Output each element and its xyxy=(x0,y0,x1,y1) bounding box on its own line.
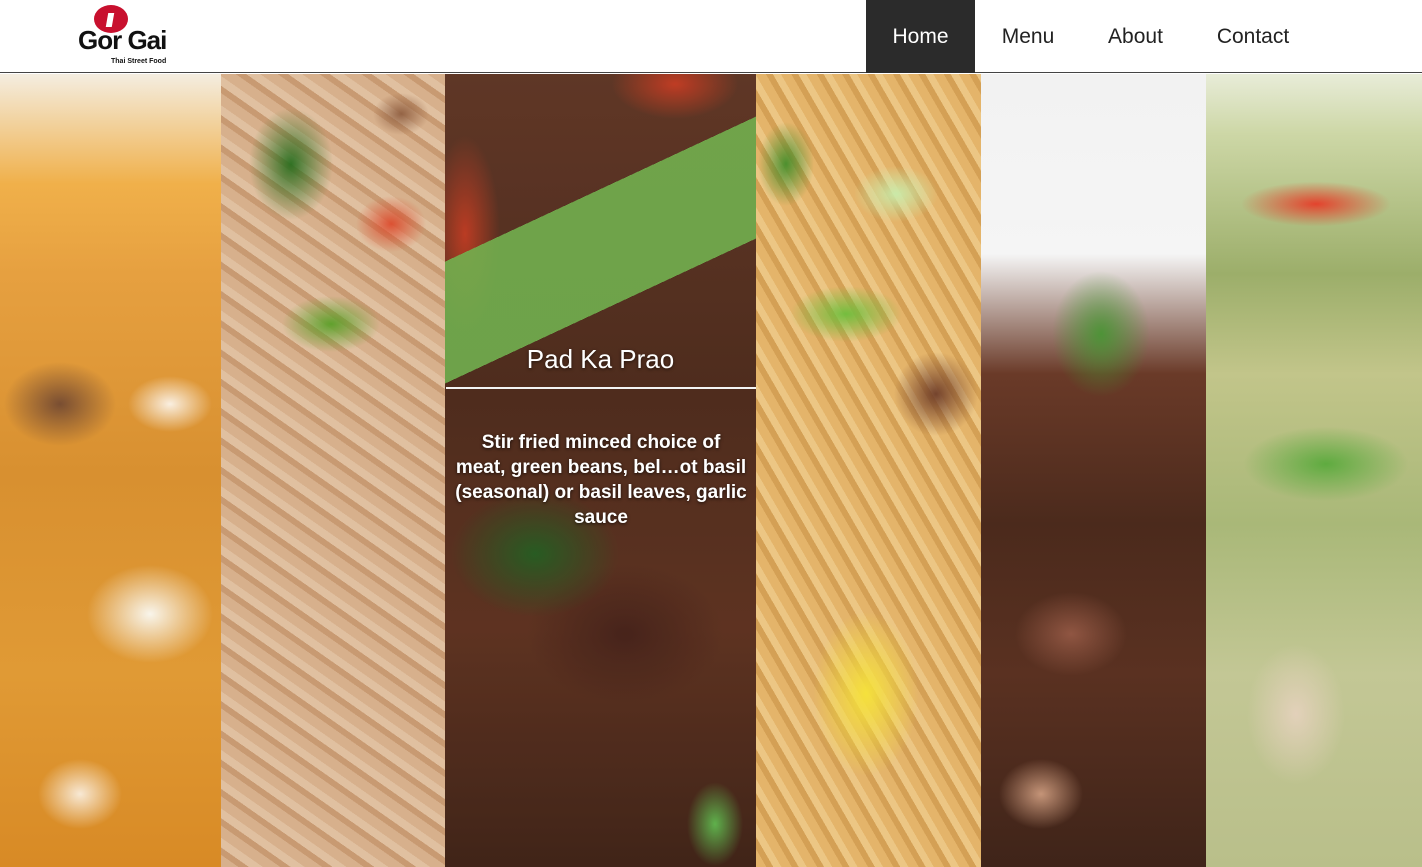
logo-tagline: Thai Street Food xyxy=(111,58,167,65)
logo-name: Gor Gai xyxy=(78,25,167,55)
nav-contact[interactable]: Contact xyxy=(1190,0,1316,73)
featured-divider xyxy=(446,387,756,389)
featured-item-name: Pad Ka Prao xyxy=(526,344,675,374)
curry-photo[interactable] xyxy=(0,74,221,867)
site-header: Gor Gai Thai Street Food Home Menu About… xyxy=(0,0,1422,73)
fried-rice-photo[interactable] xyxy=(221,74,445,867)
pineapple-fried-rice-photo[interactable] xyxy=(756,74,981,867)
nav-about[interactable]: About xyxy=(1081,0,1190,73)
nav-home[interactable]: Home xyxy=(866,0,975,73)
green-curry-photo[interactable] xyxy=(1206,74,1422,867)
nav-menu[interactable]: Menu xyxy=(975,0,1081,73)
gor-gai-logo[interactable]: Gor Gai Thai Street Food xyxy=(78,5,182,69)
main-nav: Home Menu About Contact xyxy=(866,0,1316,73)
glazed-meat-photo[interactable] xyxy=(981,74,1206,867)
featured-item-description: Stir fried minced choice of meat, green … xyxy=(455,432,747,528)
